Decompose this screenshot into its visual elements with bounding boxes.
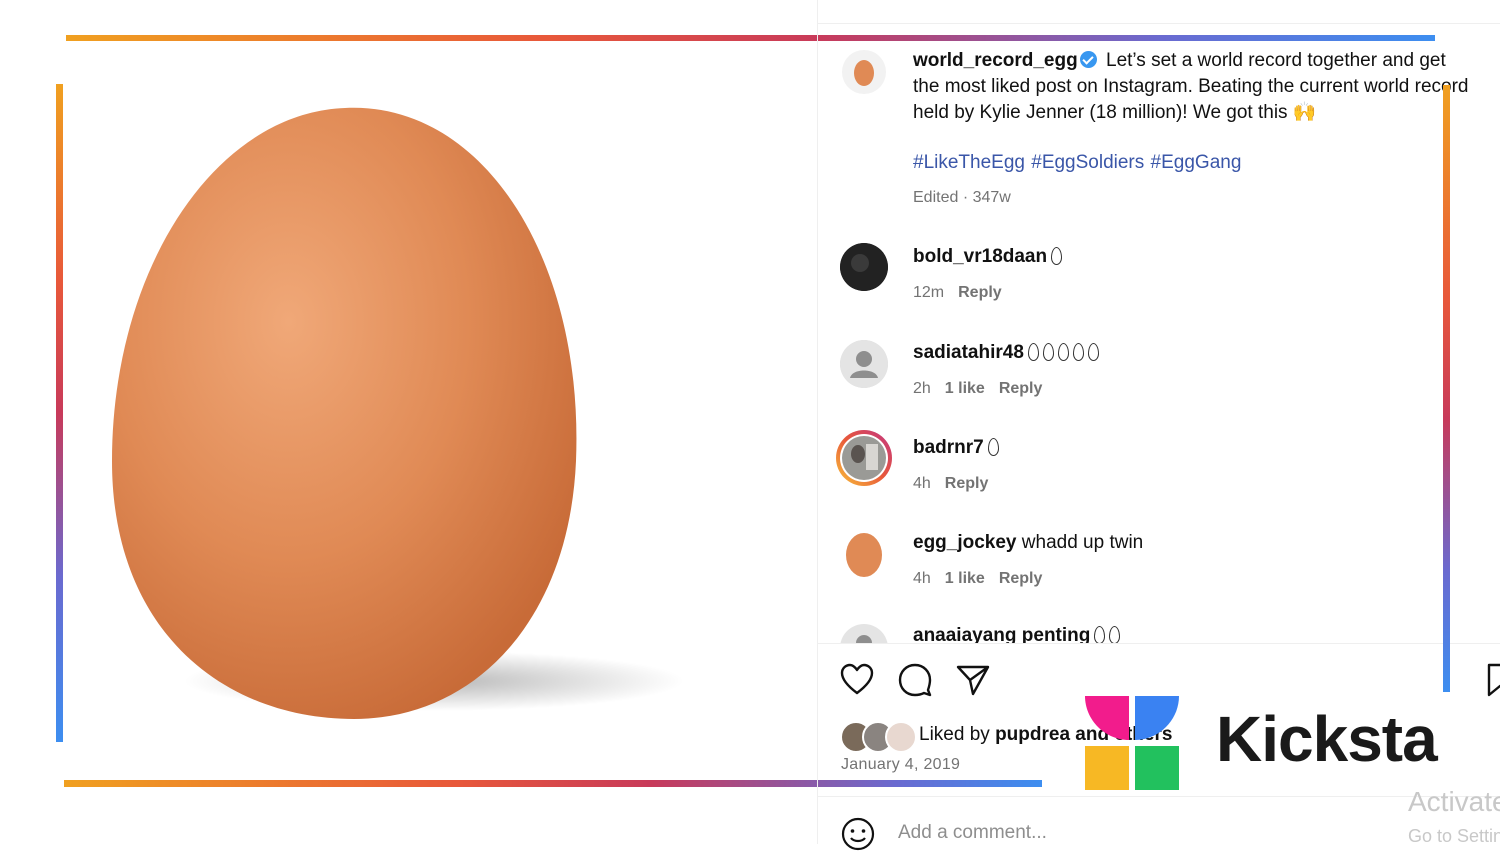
commenter-avatar[interactable] <box>840 530 888 578</box>
share-send-icon[interactable] <box>955 662 991 698</box>
post-image-egg <box>112 107 684 720</box>
commenter-avatar[interactable] <box>840 243 888 291</box>
egg-emoji-icon <box>1094 626 1106 644</box>
reply-button[interactable]: Reply <box>945 475 989 492</box>
comment-row: bold_vr18daan <box>913 246 1063 268</box>
comment-text: whadd up twin <box>1021 532 1144 553</box>
egg-emoji-icon <box>1072 343 1084 361</box>
dark-photo-avatar-icon <box>840 243 888 291</box>
comment-username[interactable]: badrnr7 <box>913 437 984 458</box>
reply-button[interactable]: Reply <box>958 284 1002 301</box>
like-heart-icon[interactable] <box>839 662 875 698</box>
comment-meta: 12m Reply <box>913 284 1016 302</box>
comment-row-partial: anaaiayang penting <box>818 620 1500 644</box>
comment-meta: 2h 1 like Reply <box>913 380 1056 398</box>
author-username[interactable]: world_record_egg <box>913 50 1078 71</box>
comment-meta: 4h Reply <box>913 475 1002 493</box>
windows-activation-title: Activate <box>1408 786 1500 817</box>
egg-avatar-icon <box>854 60 874 86</box>
liked-by-user[interactable]: pupdrea <box>995 724 1070 745</box>
comment-row: sadiatahir48 <box>913 342 1099 364</box>
comment-row: egg_jockey whadd up twin <box>913 532 1143 554</box>
kicksta-logo-icon <box>1085 696 1179 790</box>
add-comment-input[interactable]: Add a comment... <box>898 822 1047 844</box>
edited-label: Edited · 347w <box>913 189 1011 206</box>
comment-row: badrnr7 <box>913 437 999 459</box>
comment-meta: 4h 1 like Reply <box>913 570 1056 588</box>
comment-time: 12m <box>913 284 945 301</box>
frame-right-line <box>1443 85 1450 692</box>
comment-username[interactable]: egg_jockey <box>913 532 1017 553</box>
reply-button[interactable]: Reply <box>999 570 1043 587</box>
commenter-avatar[interactable] <box>840 340 888 388</box>
reply-button[interactable]: Reply <box>999 380 1043 397</box>
egg-emoji-icon <box>1087 343 1099 361</box>
save-bookmark-icon[interactable] <box>1482 662 1500 698</box>
post-hashtags[interactable]: #LikeTheEgg #EggSoldiers #EggGang <box>913 152 1241 174</box>
post-date: January 4, 2019 <box>841 756 961 773</box>
egg-avatar-icon <box>846 533 882 577</box>
header-divider <box>818 23 1500 24</box>
author-avatar[interactable] <box>842 50 886 94</box>
panel-divider <box>817 0 818 844</box>
commenter-avatar-story-ring[interactable] <box>836 430 892 486</box>
default-user-avatar-icon <box>840 340 888 388</box>
egg-emoji-icon <box>1042 343 1054 361</box>
comment-username[interactable]: sadiatahir48 <box>913 342 1024 363</box>
photo-avatar-icon <box>840 434 888 482</box>
liker-avatar <box>885 721 917 753</box>
actions-divider <box>818 643 1500 644</box>
liked-by-prefix: Liked by <box>919 724 990 745</box>
frame-bottom-line <box>64 780 1042 787</box>
frame-left-line <box>56 84 63 742</box>
egg-emoji-icon <box>1057 343 1069 361</box>
comment-time: 4h <box>913 570 931 587</box>
post-caption: world_record_egg Let’s set a world recor… <box>913 48 1473 126</box>
egg-emoji-icon <box>1109 626 1121 644</box>
comment-time: 2h <box>913 380 931 397</box>
frame-top-line <box>66 35 1435 41</box>
kicksta-brand-text: Kicksta <box>1216 703 1438 775</box>
commenter-avatar[interactable] <box>840 624 888 644</box>
egg-emoji-icon <box>1027 343 1039 361</box>
verified-badge-icon <box>1079 51 1097 68</box>
comment-username[interactable]: bold_vr18daan <box>913 246 1047 267</box>
composer-divider <box>818 796 1500 797</box>
comment-likes[interactable]: 1 like <box>945 380 985 397</box>
comment-username[interactable]: anaaiayang penting <box>913 625 1090 644</box>
default-user-avatar-icon <box>856 635 872 644</box>
egg-emoji-icon <box>987 438 999 456</box>
comment-likes[interactable]: 1 like <box>945 570 985 587</box>
comment-time: 4h <box>913 475 931 492</box>
egg-emoji-icon <box>1051 247 1063 265</box>
emoji-smiley-icon[interactable] <box>840 816 876 852</box>
comment-bubble-icon[interactable] <box>897 662 933 698</box>
